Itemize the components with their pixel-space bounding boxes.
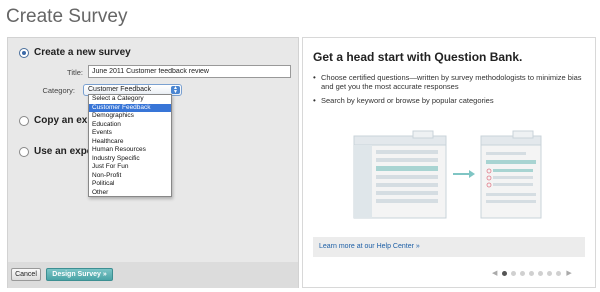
dropdown-option[interactable]: Education (89, 121, 171, 130)
carousel-dot[interactable] (511, 270, 517, 276)
carousel-pager: ◀ ▶ (489, 269, 575, 277)
option-copy-existing[interactable]: Copy an exis (19, 115, 96, 126)
dropdown-option[interactable]: Political (89, 180, 171, 189)
category-label: Category: (42, 86, 75, 95)
carousel-dot[interactable] (556, 270, 562, 276)
carousel-dot[interactable] (520, 270, 526, 276)
dropdown-option[interactable]: Non-Profit (89, 172, 171, 181)
carousel-dot[interactable] (547, 270, 553, 276)
dropdown-option[interactable]: Demographics (89, 112, 171, 121)
promo-bullets: Choose certified questions—written by su… (313, 73, 585, 110)
dropdown-option[interactable]: Healthcare (89, 138, 171, 147)
dropdown-option[interactable]: Human Resources (89, 146, 171, 155)
help-bar: Learn more at our Help Center » (313, 237, 585, 257)
option-use-expert[interactable]: Use an expe (19, 146, 92, 157)
question-bank-promo: Get a head start with Question Bank. Cho… (302, 37, 596, 288)
chevron-left-icon[interactable]: ◀ (492, 269, 497, 277)
dropdown-option[interactable]: Events (89, 129, 171, 138)
promo-bullet: Search by keyword or browse by popular c… (313, 96, 585, 105)
radio-copy-existing[interactable] (19, 115, 29, 126)
chevron-right-icon[interactable]: ▶ (566, 269, 571, 277)
option-create-new[interactable]: Create a new survey (19, 47, 131, 58)
option-use-expert-label: Use an expe (34, 146, 93, 157)
dropdown-option[interactable]: Industry Specific (89, 155, 171, 164)
question-bank-illustration (353, 130, 542, 219)
dropdown-option[interactable]: Select a Category (89, 95, 171, 104)
option-create-new-label: Create a new survey (34, 47, 131, 58)
carousel-dot[interactable] (538, 270, 544, 276)
dropdown-option[interactable]: Just For Fun (89, 163, 171, 172)
help-center-link[interactable]: Learn more at our Help Center » (319, 243, 420, 250)
updown-arrows-icon: ▲ ▼ (171, 86, 180, 95)
carousel-dot[interactable] (529, 270, 535, 276)
title-label: Title: (67, 68, 83, 77)
design-survey-button[interactable]: Design Survey » (46, 268, 113, 281)
dropdown-option-selected[interactable]: Customer Feedback (89, 103, 171, 112)
promo-title: Get a head start with Question Bank. (313, 50, 523, 64)
option-copy-existing-label: Copy an exis (34, 115, 96, 126)
dropdown-option[interactable]: Other (89, 189, 171, 198)
carousel-dot[interactable] (502, 270, 508, 276)
title-input[interactable] (88, 65, 291, 78)
page-title: Create Survey (6, 6, 128, 27)
radio-create-new[interactable] (19, 47, 29, 58)
radio-use-expert[interactable] (19, 146, 29, 157)
category-select-value: Customer Feedback (88, 86, 152, 93)
promo-bullet: Choose certified questions—written by su… (313, 73, 585, 91)
cancel-button[interactable]: Cancel (11, 268, 41, 281)
category-dropdown[interactable]: Select a Category Customer Feedback Demo… (88, 94, 172, 197)
